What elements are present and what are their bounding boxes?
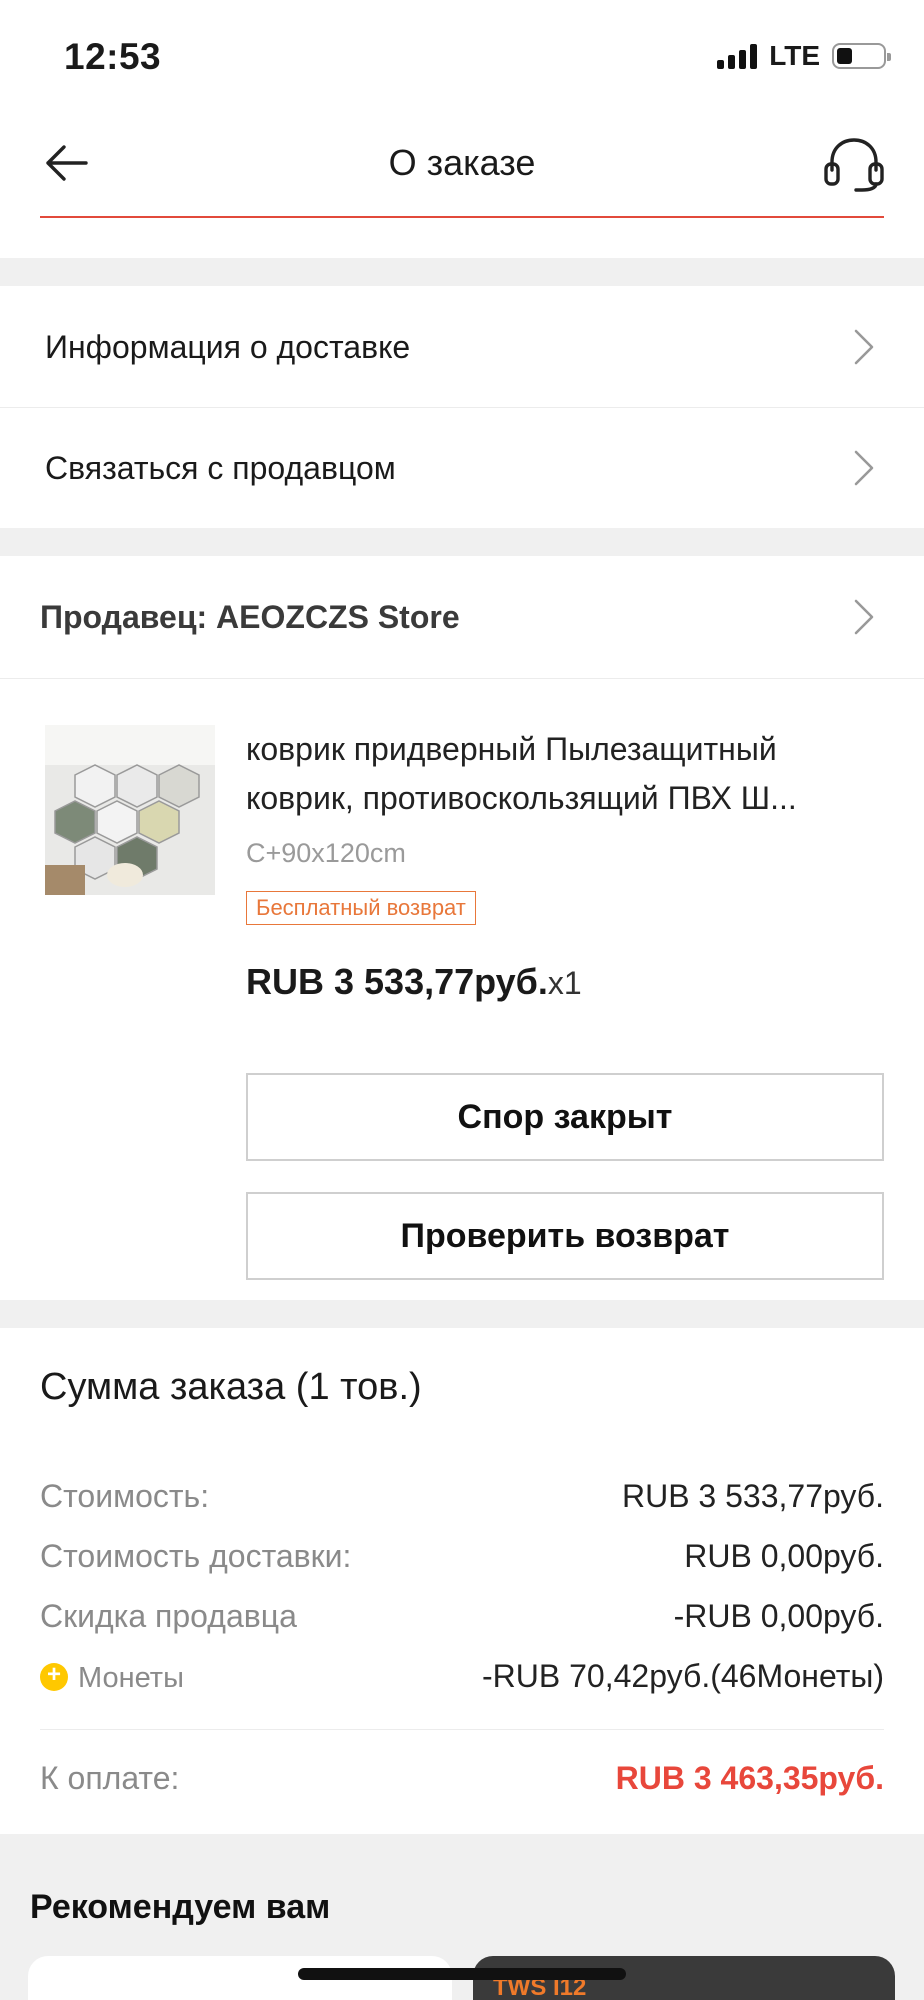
summary-value: -RUB 70,42руб.(46Монеты) [482,1658,884,1694]
summary-value: -RUB 0,00руб. [673,1598,884,1634]
status-bar: 12:53 LTE [0,0,924,110]
summary-row-coins: Монеты -RUB 70,42руб.(46Монеты) [40,1658,884,1702]
summary-label: Монеты [78,1662,184,1694]
battery-icon [832,43,891,69]
product-sku: C+90x120cm [246,838,406,868]
order-summary-title: Сумма заказа (1 тов.) [40,1366,422,1408]
order-details-page: 12:53 LTE О заказе Информация о доставке [0,0,924,2000]
chevron-right-icon [854,450,874,486]
summary-row-total: К оплате: RUB 3 463,35руб. [40,1760,884,1804]
product-price: RUB 3 533,77руб.x1 [246,961,582,1003]
total-label: К оплате: [40,1760,180,1796]
delivery-info-label: Информация о доставке [45,328,411,365]
summary-value: RUB 3 533,77руб. [621,1478,884,1514]
headset-icon [824,138,884,192]
section-separator [0,258,924,286]
header-underline [40,216,884,218]
coins-label-wrap: Монеты [40,1658,184,1695]
summary-row-seller-discount: Скидка продавца -RUB 0,00руб. [40,1598,884,1642]
check-return-button[interactable]: Проверить возврат [246,1192,884,1280]
contact-seller-label: Связаться с продавцом [45,449,396,486]
page-title: О заказе [388,142,536,183]
coin-icon [40,1661,68,1691]
chevron-right-icon [854,599,874,635]
status-time: 12:53 [64,36,162,77]
total-value: RUB 3 463,35руб. [615,1760,884,1796]
free-return-badge: Бесплатный возврат [246,891,476,925]
section-separator [0,1300,924,1328]
quantity: x1 [547,965,582,1001]
divider [0,678,924,679]
summary-label: Стоимость доставки: [40,1538,352,1574]
summary-value: RUB 0,00руб. [684,1538,884,1574]
dispute-closed-button[interactable]: Спор закрыт [246,1073,884,1161]
summary-row-cost: Стоимость: RUB 3 533,77руб. [40,1478,884,1522]
recommendations-title: Рекомендуем вам [30,1888,331,1926]
contact-seller-row[interactable]: Связаться с продавцом [0,408,924,528]
header: О заказе [0,110,924,218]
divider [40,1729,884,1730]
status-indicators: LTE [717,40,891,72]
support-button[interactable] [822,136,886,192]
product-title[interactable]: коврик придверный Пылезащитный коврик, п… [246,725,886,823]
summary-label: Скидка продавца [40,1598,297,1634]
section-separator [0,528,924,556]
network-label: LTE [769,40,820,71]
delivery-info-row[interactable]: Информация о доставке [0,287,924,407]
summary-label: Стоимость: [40,1478,210,1514]
chevron-right-icon [854,329,874,365]
seller-label: Продавец: AEOZCZS Store [40,598,460,635]
home-indicator[interactable] [298,1968,626,1980]
seller-row[interactable]: Продавец: AEOZCZS Store [0,557,924,677]
summary-row-shipping: Стоимость доставки: RUB 0,00руб. [40,1538,884,1582]
price-value: RUB 3 533,77руб. [246,961,548,1002]
product-thumbnail [45,725,215,895]
product-image[interactable] [45,725,215,895]
signal-icon [717,43,758,69]
